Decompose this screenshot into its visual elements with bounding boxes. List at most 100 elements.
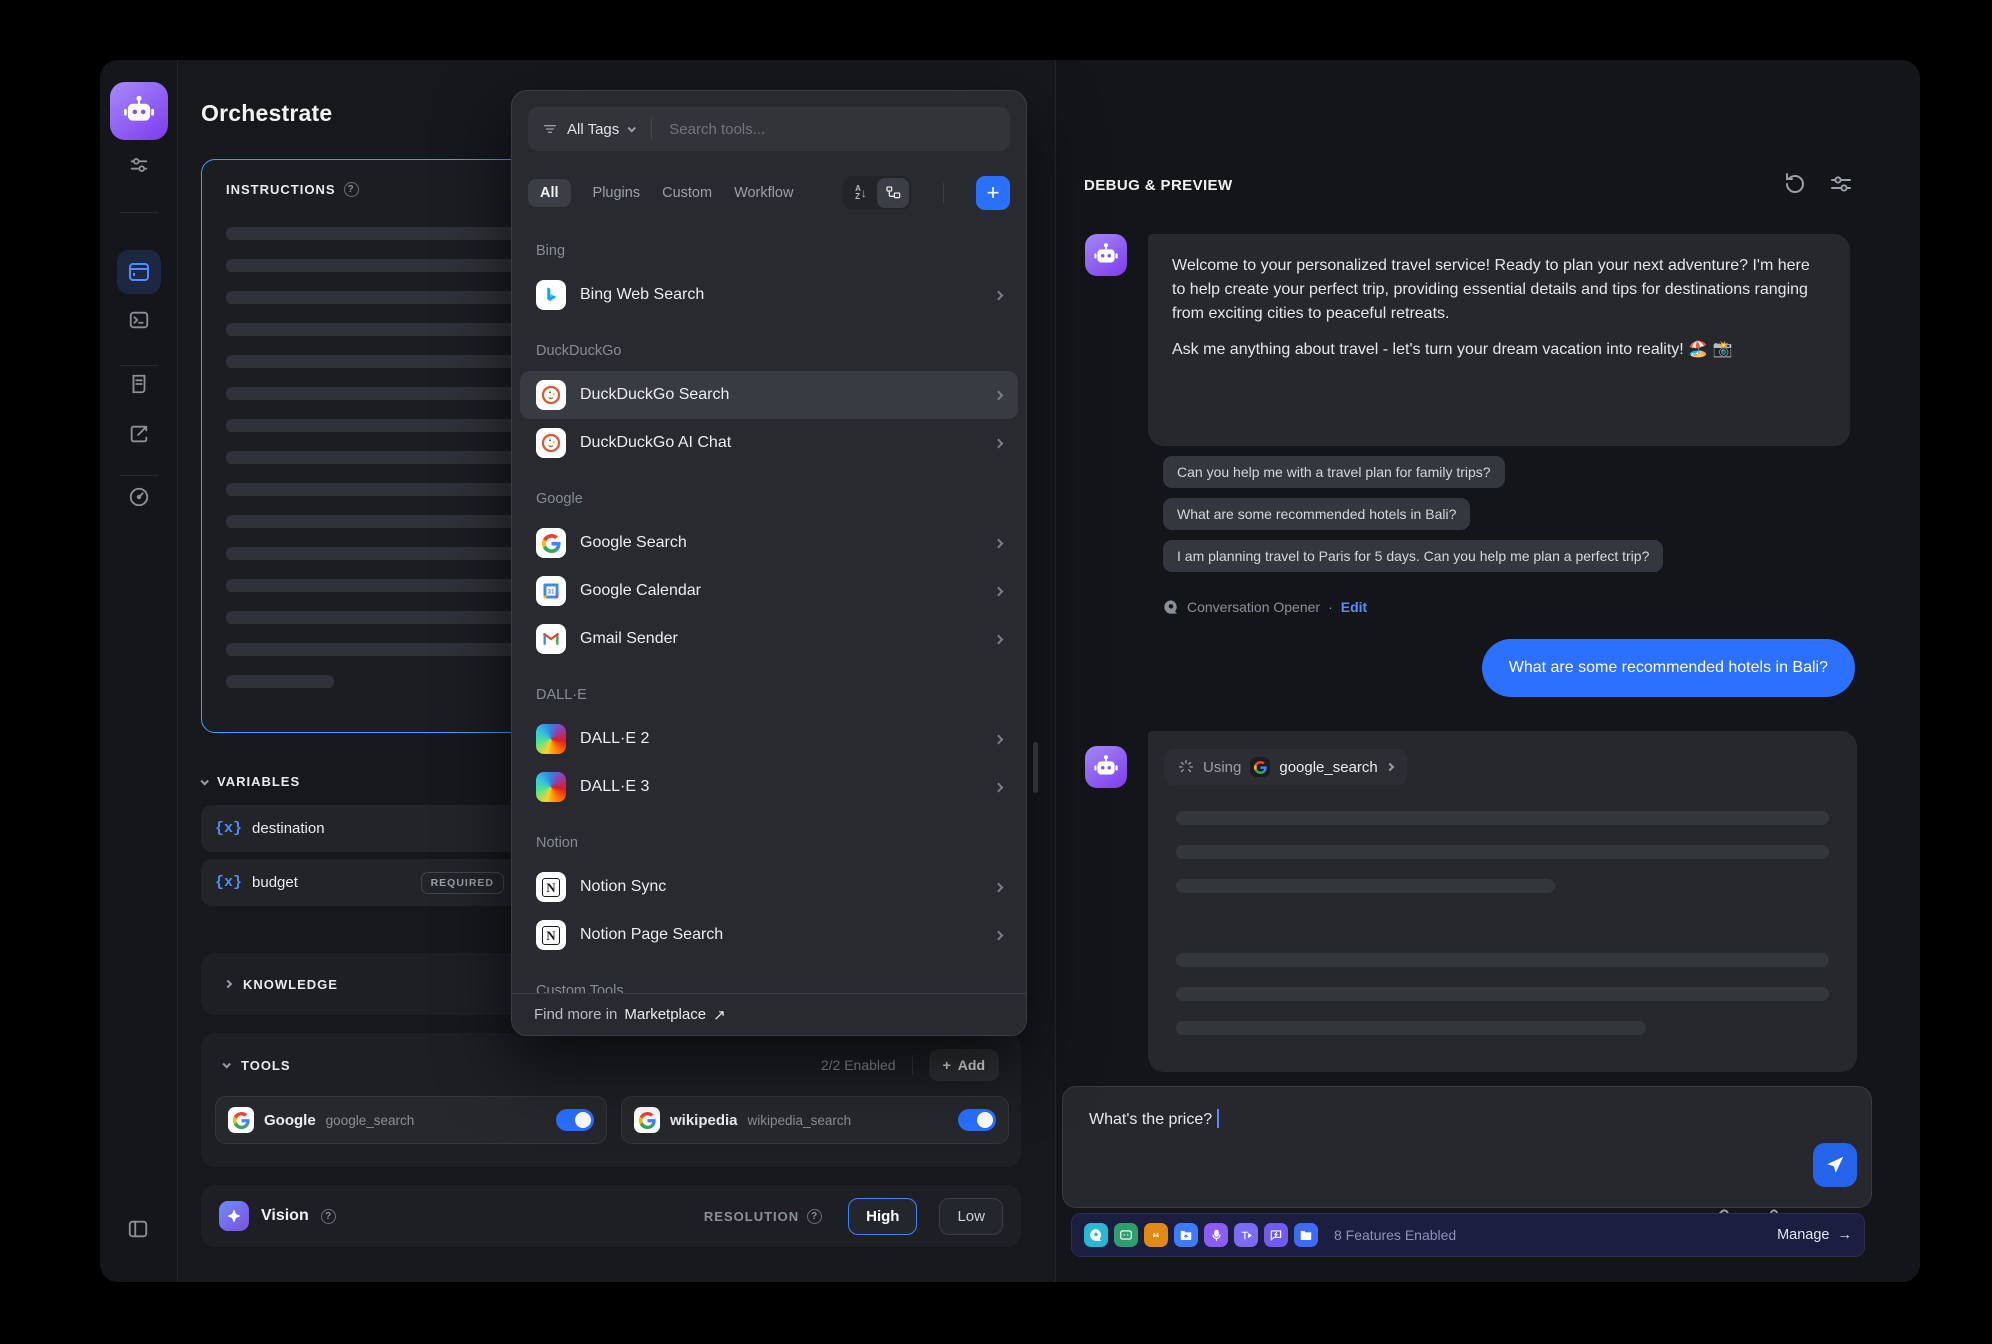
tool-item-notion-sync[interactable]: N Notion Sync xyxy=(520,863,1018,911)
tab-workflow[interactable]: Workflow xyxy=(734,185,793,201)
plus-icon: + xyxy=(943,1057,951,1073)
help-icon[interactable]: ? xyxy=(807,1209,822,1224)
send-button[interactable] xyxy=(1813,1143,1857,1187)
tab-all[interactable]: All xyxy=(528,179,571,207)
chevron-right-icon xyxy=(994,634,1004,644)
manage-features-link[interactable]: Manage → xyxy=(1777,1227,1852,1243)
app-window: Orchestrate GPT-4o CHAT Publish INSTRUCT… xyxy=(100,60,1920,1282)
tool-section-label: Custom Tools xyxy=(512,983,1026,993)
google-icon xyxy=(228,1107,254,1133)
edit-opener-link[interactable]: Edit xyxy=(1341,599,1367,615)
bing-icon xyxy=(536,280,566,310)
chevron-right-icon xyxy=(1386,763,1394,771)
tool-card-wikipedia[interactable]: wikipedia wikipedia_search xyxy=(621,1096,1009,1144)
chevron-right-icon xyxy=(994,734,1004,744)
google-icon xyxy=(634,1107,660,1133)
tool-toggle-on[interactable] xyxy=(556,1109,594,1131)
sidebar-item-annotations[interactable] xyxy=(127,422,151,446)
conversation-opener-row: Conversation Opener · Edit xyxy=(1163,599,1367,615)
marketplace-footer[interactable]: Find more in Marketplace ↗ xyxy=(512,993,1026,1035)
vision-icon xyxy=(219,1201,249,1231)
bot-avatar xyxy=(1085,234,1127,276)
chevron-right-icon xyxy=(224,980,232,988)
gmail-icon xyxy=(536,624,566,654)
restart-conversation-icon[interactable] xyxy=(1783,172,1809,198)
search-tools-input[interactable]: Search tools... xyxy=(669,121,765,138)
create-tool-button[interactable]: + xyxy=(976,176,1010,210)
sidebar xyxy=(100,60,178,1282)
sidebar-item-app-builder[interactable] xyxy=(117,250,161,294)
tool-item-dalle-2[interactable]: DALL·E 2 xyxy=(520,715,1018,763)
duckduckgo-icon xyxy=(536,428,566,458)
resolution-low-button[interactable]: Low xyxy=(939,1198,1003,1235)
tool-item-google-calendar[interactable]: 31 Google Calendar xyxy=(520,567,1018,615)
sort-view-toggle: AZ↓ xyxy=(843,176,911,210)
tool-item-bing-web-search[interactable]: Bing Web Search xyxy=(520,271,1018,319)
tool-card-google[interactable]: Google google_search xyxy=(215,1096,607,1144)
tool-call-status[interactable]: Using google_search xyxy=(1164,749,1407,785)
features-bar[interactable]: “ 8 Features Enabled Manage → xyxy=(1071,1213,1865,1257)
tool-section-label: DALL·E xyxy=(512,687,1026,707)
suggested-question-chip[interactable]: I am planning travel to Paris for 5 days… xyxy=(1163,540,1663,572)
tool-toggle-on[interactable] xyxy=(958,1109,996,1131)
sidebar-item-terminal[interactable] xyxy=(127,308,151,332)
suggested-question-chip[interactable]: Can you help me with a travel plan for f… xyxy=(1163,456,1505,488)
suggested-question-chip[interactable]: What are some recommended hotels in Bali… xyxy=(1163,498,1470,530)
tool-item-gmail-sender[interactable]: Gmail Sender xyxy=(520,615,1018,663)
chevron-right-icon xyxy=(994,390,1004,400)
marketplace-link[interactable]: Marketplace xyxy=(624,1006,706,1023)
chevron-right-icon xyxy=(994,930,1004,940)
sidebar-item-logs[interactable] xyxy=(127,372,151,396)
next-question-icon xyxy=(1114,1223,1138,1247)
tool-section-label: Google xyxy=(512,491,1026,511)
variable-row-budget[interactable]: {x} budget REQUIRED xyxy=(201,859,518,906)
tune-sliders-icon[interactable] xyxy=(127,153,151,177)
add-tool-button[interactable]: +Add xyxy=(929,1049,999,1081)
resolution-high-button[interactable]: High xyxy=(848,1198,917,1235)
divider xyxy=(651,119,652,139)
notion-icon: N xyxy=(536,920,566,950)
dalle-icon xyxy=(536,724,566,754)
sort-az-icon[interactable]: AZ↓ xyxy=(845,178,877,208)
variables-section-header[interactable]: VARIABLES xyxy=(201,774,300,789)
chat-input[interactable]: What's the price? xyxy=(1062,1086,1872,1208)
file-icon xyxy=(1294,1223,1318,1247)
tool-list: Bing Bing Web Search DuckDuckGo DuckDuck… xyxy=(512,219,1026,993)
citation-icon: “ xyxy=(1144,1223,1168,1247)
tool-item-notion-page-search[interactable]: N Notion Page Search xyxy=(520,911,1018,959)
variable-icon: {x} xyxy=(215,874,242,891)
tool-item-google-search[interactable]: Google Search xyxy=(520,519,1018,567)
google-calendar-icon: 31 xyxy=(536,576,566,606)
collapse-sidebar-icon[interactable] xyxy=(127,1218,151,1242)
scrollbar-thumb[interactable] xyxy=(1033,742,1038,793)
app-logo-robot-icon[interactable] xyxy=(110,82,168,140)
chevron-right-icon xyxy=(994,438,1004,448)
debug-settings-icon[interactable] xyxy=(1829,172,1855,198)
chevron-down-icon xyxy=(628,124,636,132)
tools-enabled-count: 2/2 Enabled xyxy=(821,1057,896,1073)
tools-section-header[interactable]: TOOLS xyxy=(223,1058,291,1073)
tree-view-icon[interactable] xyxy=(877,178,909,208)
tab-plugins[interactable]: Plugins xyxy=(593,185,641,201)
help-icon[interactable]: ? xyxy=(344,182,359,197)
tab-custom[interactable]: Custom xyxy=(662,185,712,201)
sidebar-item-monitoring[interactable] xyxy=(127,485,151,509)
text-cursor xyxy=(1217,1109,1219,1128)
duckduckgo-icon xyxy=(536,380,566,410)
tool-search-bar[interactable]: All Tags Search tools... xyxy=(528,107,1010,151)
tool-item-dalle-3[interactable]: DALL·E 3 xyxy=(520,763,1018,811)
chevron-right-icon xyxy=(994,586,1004,596)
variable-row-destination[interactable]: {x} destination xyxy=(201,805,518,852)
help-icon[interactable]: ? xyxy=(321,1209,336,1224)
sidebar-divider xyxy=(120,212,158,213)
features-enabled-label: 8 Features Enabled xyxy=(1334,1227,1456,1243)
chat-input-value[interactable]: What's the price? xyxy=(1089,1111,1212,1128)
tool-section-label: Bing xyxy=(512,243,1026,263)
sidebar-divider xyxy=(120,365,158,366)
divider xyxy=(912,1055,913,1075)
instructions-title: INSTRUCTIONS xyxy=(226,182,336,197)
tool-item-duckduckgo-search[interactable]: DuckDuckGo Search xyxy=(520,371,1018,419)
tool-item-duckduckgo-ai-chat[interactable]: DuckDuckGo AI Chat xyxy=(520,419,1018,467)
tags-filter[interactable]: All Tags xyxy=(567,121,619,138)
filter-icon xyxy=(542,121,558,137)
